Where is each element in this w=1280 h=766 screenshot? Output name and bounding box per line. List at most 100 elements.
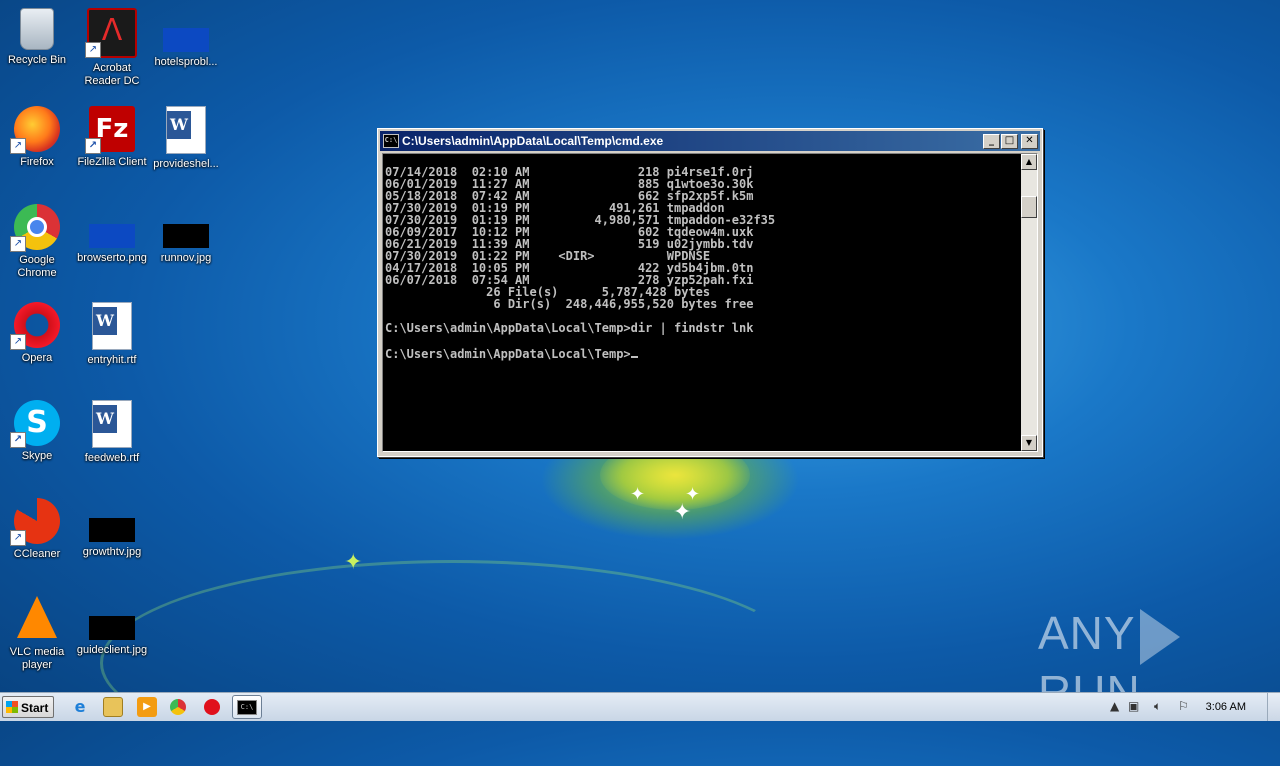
play-logo-icon xyxy=(1139,608,1180,665)
chrome-icon: ↗ xyxy=(10,204,60,252)
image-file-icon xyxy=(89,518,135,542)
watermark-text-left: ANY xyxy=(1038,607,1136,659)
desktop-icon-label: entryhit.rtf xyxy=(87,354,137,366)
system-tray: ▲ ▣ 🔈︎ ⚐ 3:06 AM xyxy=(1106,693,1280,721)
shortcut-arrow-icon: ↗ xyxy=(10,334,26,350)
image-file-icon xyxy=(163,224,209,248)
start-button[interactable]: Start xyxy=(2,696,54,718)
recycle-bin-icon xyxy=(20,8,54,50)
shortcut-arrow-icon: ↗ xyxy=(10,432,26,448)
taskbar: Start e ▶ C:\ ▲ ▣ 🔈︎ ⚐ 3:06 AM xyxy=(0,692,1280,721)
desktop-icon-growthtv[interactable]: growthtv.jpg xyxy=(75,498,149,559)
desktop-icon-label: Skype xyxy=(21,450,53,462)
desktop-icon-acrobat-reader[interactable]: ᐱ ↗ Acrobat Reader DC xyxy=(75,8,149,88)
opera-icon[interactable] xyxy=(204,699,220,715)
desktop-icon-guideclient[interactable]: guideclient.jpg xyxy=(75,596,149,657)
cmd-title-bar[interactable]: C:\ C:\Users\admin\AppData\Local\Temp\cm… xyxy=(380,131,1040,151)
shortcut-arrow-icon: ↗ xyxy=(10,236,26,252)
desktop-icon-label: Opera xyxy=(21,352,53,364)
desktop-icon-label: CCleaner xyxy=(13,548,61,560)
desktop-icon-label: feedweb.rtf xyxy=(84,452,140,464)
cmd-title: C:\Users\admin\AppData\Local\Temp\cmd.ex… xyxy=(402,134,664,148)
image-file-icon xyxy=(89,224,135,248)
clock[interactable]: 3:06 AM xyxy=(1206,701,1246,713)
scroll-thumb[interactable] xyxy=(1021,196,1037,218)
desktop-icon-label: browserto.png xyxy=(77,252,147,264)
media-player-icon[interactable]: ▶ xyxy=(137,697,157,717)
skype-icon: S ↗ xyxy=(10,400,60,448)
start-label: Start xyxy=(21,701,49,715)
text-cursor xyxy=(630,346,638,358)
desktop-icon-label: provideshel... xyxy=(153,158,219,170)
wallpaper-sparkle: ✦ xyxy=(344,550,363,575)
console-line: C:\Users\admin\AppData\Local\Temp>dir | … xyxy=(385,321,754,335)
desktop-icon-label: VLC media player xyxy=(9,646,65,671)
desktop-icon-vlc[interactable]: VLC media player xyxy=(0,596,74,672)
wallpaper-sparkle: ✦ xyxy=(630,484,646,505)
desktop-icon-runnov[interactable]: runnov.jpg xyxy=(149,204,223,265)
shortcut-arrow-icon: ↗ xyxy=(10,530,26,546)
desktop-icon-filezilla[interactable]: Fz ↗ FileZilla Client xyxy=(75,106,149,169)
desktop-icon-label: Google Chrome xyxy=(17,254,57,279)
close-button[interactable]: ✕ xyxy=(1021,133,1038,149)
vertical-scrollbar[interactable]: ▲ ▼ xyxy=(1021,154,1037,451)
desktop-icon-label: hotelsprobl... xyxy=(154,56,218,68)
cmd-icon: C:\ xyxy=(383,134,399,148)
desktop-icon-google-chrome[interactable]: ↗ Google Chrome xyxy=(0,204,74,280)
desktop-icon-label: guideclient.jpg xyxy=(76,644,148,656)
image-file-icon xyxy=(163,28,209,52)
explorer-icon[interactable] xyxy=(103,697,123,717)
image-file-icon xyxy=(89,616,135,640)
vlc-icon xyxy=(17,596,57,638)
desktop-icon-firefox[interactable]: ↗ Firefox xyxy=(0,106,74,169)
chrome-icon[interactable] xyxy=(170,699,186,715)
word-document-icon: W xyxy=(92,400,132,448)
desktop-icon-recycle-bin[interactable]: Recycle Bin xyxy=(0,8,74,67)
desktop-icon-skype[interactable]: S ↗ Skype xyxy=(0,400,74,463)
show-hidden-icons-icon[interactable]: ▲ xyxy=(1110,699,1119,713)
cmd-taskbar-button[interactable]: C:\ xyxy=(232,695,262,719)
desktop-icon-browserto[interactable]: browserto.png xyxy=(75,204,149,265)
shortcut-arrow-icon: ↗ xyxy=(85,42,101,58)
console-output: 07/14/2018 02:10 AM 218 pi4rse1f.0rj 06/0… xyxy=(385,154,1019,451)
volume-icon[interactable]: 🔈︎ xyxy=(1154,699,1161,714)
scroll-down-button[interactable]: ▼ xyxy=(1021,435,1037,451)
word-document-icon: W xyxy=(166,106,206,154)
scroll-up-button[interactable]: ▲ xyxy=(1021,154,1037,170)
desktop-icon-label: Acrobat Reader DC xyxy=(84,62,140,87)
console-prompt-line: C:\Users\admin\AppData\Local\Temp> xyxy=(385,346,1019,360)
desktop-icon-feedweb[interactable]: W feedweb.rtf xyxy=(75,400,149,465)
wallpaper-swoosh xyxy=(100,560,806,766)
console-line: 6 Dir(s) 248,446,955,520 bytes free xyxy=(385,297,754,311)
maximize-button[interactable]: □ xyxy=(1001,133,1018,149)
desktop-icon-provideshel[interactable]: W provideshel... xyxy=(149,106,223,171)
action-center-flag-icon[interactable]: ⚐ xyxy=(1178,699,1189,713)
desktop-icon-label: Firefox xyxy=(20,156,54,168)
show-desktop-button[interactable] xyxy=(1267,693,1280,721)
desktop-icon-label: runnov.jpg xyxy=(160,252,212,264)
filezilla-icon: Fz ↗ xyxy=(85,106,135,154)
minimize-button[interactable]: _ xyxy=(983,133,1000,149)
network-icon[interactable]: ▣ xyxy=(1128,699,1139,713)
desktop-icon-ccleaner[interactable]: ↗ CCleaner xyxy=(0,498,74,561)
wallpaper-sparkle: ✦ xyxy=(673,500,692,525)
desktop-icon-label: growthtv.jpg xyxy=(82,546,142,558)
desktop-icon-label: FileZilla Client xyxy=(77,156,147,168)
word-document-icon: W xyxy=(92,302,132,350)
shortcut-arrow-icon: ↗ xyxy=(85,138,101,154)
console-prompt: C:\Users\admin\AppData\Local\Temp> xyxy=(385,347,631,361)
ccleaner-icon: ↗ xyxy=(10,498,60,546)
cmd-icon: C:\ xyxy=(237,700,257,715)
internet-explorer-icon[interactable]: e xyxy=(70,697,90,717)
desktop-icon-opera[interactable]: ↗ Opera xyxy=(0,302,74,365)
acrobat-reader-icon: ᐱ ↗ xyxy=(85,8,137,58)
console-line: ​ xyxy=(385,334,1019,346)
firefox-icon: ↗ xyxy=(10,106,60,154)
cmd-window[interactable]: C:\ C:\Users\admin\AppData\Local\Temp\cm… xyxy=(377,128,1043,457)
desktop-icon-hotelsprobl[interactable]: hotelsprobl... xyxy=(149,8,223,69)
desktop-icon-label: Recycle Bin xyxy=(7,54,67,66)
desktop-icon-entryhit[interactable]: W entryhit.rtf xyxy=(75,302,149,367)
shortcut-arrow-icon: ↗ xyxy=(10,138,26,154)
cmd-console-area[interactable]: 07/14/2018 02:10 AM 218 pi4rse1f.0rj 06/0… xyxy=(382,153,1038,452)
opera-icon: ↗ xyxy=(10,302,60,350)
